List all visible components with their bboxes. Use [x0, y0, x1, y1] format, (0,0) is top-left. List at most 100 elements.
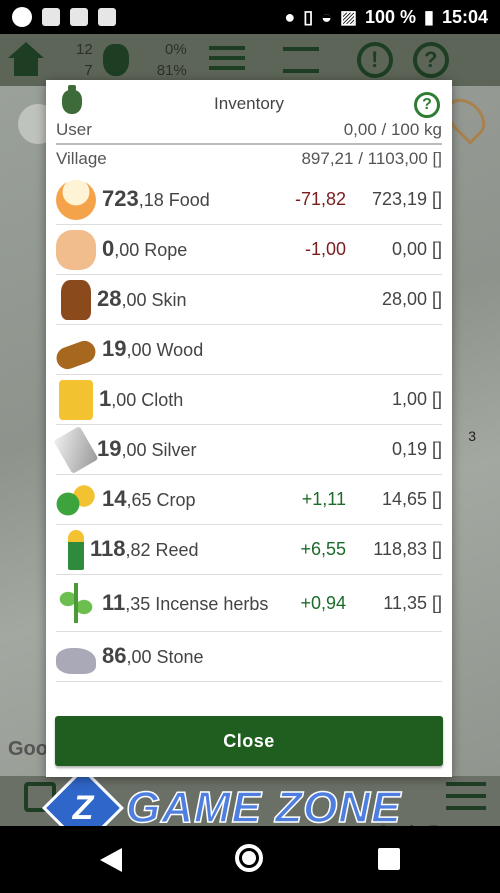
resource-label: ,00 Cloth — [111, 390, 184, 410]
resource-row[interactable]: 0,00 Rope -1,00 0,00 [] — [56, 225, 442, 275]
resource-row[interactable]: 118,82 Reed +6,55 118,83 [] — [56, 525, 442, 575]
recents-icon[interactable] — [378, 848, 400, 870]
skin-icon — [61, 279, 91, 320]
alert-icon[interactable]: ! — [356, 42, 393, 78]
resource-label: ,00 Skin — [121, 290, 187, 310]
reed-icon — [68, 529, 84, 570]
resource-row[interactable]: 14,65 Crop +1,11 14,65 [] — [56, 475, 442, 525]
resource-amount: 723 — [102, 186, 139, 211]
resource-amount: 0 — [102, 236, 115, 261]
resource-name: 19,00 Silver — [97, 438, 267, 461]
stone-icon — [56, 647, 96, 674]
percentages: 0% 81% — [157, 39, 187, 81]
resource-delta: +6,55 — [300, 539, 346, 559]
resource-amount: 118 — [90, 536, 126, 561]
dialog-header: Inventory ? — [46, 80, 452, 120]
resource-row[interactable]: 28,00 Skin 28,00 [] — [56, 275, 442, 325]
close-button[interactable]: Close — [55, 716, 443, 766]
list-icon[interactable] — [208, 46, 245, 74]
resource-total: 11,35 [] — [383, 592, 442, 613]
resource-label: ,00 Wood — [126, 340, 204, 360]
home-icon[interactable] — [6, 42, 46, 78]
resource-name: 118,82 Reed — [90, 538, 260, 561]
back-icon[interactable] — [100, 848, 122, 872]
user-capacity-row: User 0,00 / 100 kg — [56, 120, 442, 140]
count-bottom: 7 — [84, 62, 93, 79]
resource-amount: 1 — [99, 386, 112, 411]
resource-label: ,35 Incense herbs — [125, 593, 269, 614]
resource-total: 0,19 [] — [391, 439, 442, 459]
resource-total: 14,65 [] — [381, 489, 442, 509]
no-sim-icon: ▨ — [339, 6, 357, 27]
pct-bottom: 81% — [156, 62, 187, 79]
resource-name: 19,00 Wood — [102, 338, 272, 361]
notification-icons — [0, 7, 116, 27]
resource-list: 723,18 Food -71,82 723,19 [] 0,00 Rope -1,00… — [53, 175, 442, 682]
resource-delta: -71,82 — [294, 189, 346, 209]
resource-total: 1,00 [] — [391, 389, 442, 409]
resource-row[interactable]: 19,00 Wood — [53, 325, 442, 375]
wood-icon — [53, 337, 99, 372]
resource-row[interactable]: 723,18 Food -71,82 723,19 [] — [56, 175, 442, 225]
village-capacity-row: Village 897,21 / 1103,00 [] — [56, 149, 442, 169]
silver-icon — [53, 425, 99, 474]
resource-label: ,00 Rope — [114, 240, 188, 260]
fan-icon — [70, 8, 88, 26]
battery-icon: ▮ — [424, 6, 434, 27]
village-capacity-value: 897,21 / 1103,00 [] — [301, 149, 442, 168]
status-bar: ● ▯ ◒ ▨ 100 % ▮ 15:04 — [0, 0, 500, 34]
resource-total: 0,00 [] — [391, 239, 442, 259]
resource-label: ,82 Reed — [125, 540, 199, 560]
home-nav-icon[interactable] — [235, 844, 263, 872]
dialog-title: Inventory — [214, 94, 284, 113]
resource-amount: 19 — [97, 436, 122, 461]
clock: 15:04 — [441, 6, 488, 27]
wifi-icon: ◒ — [321, 6, 332, 27]
resource-delta: -1,00 — [304, 239, 346, 259]
game-top-bar: 12 7 0% 81% ! ? — [0, 34, 500, 86]
resource-row[interactable]: 11,35 Incense herbs +0,94 11,35 [] — [56, 575, 442, 632]
resource-label: ,18 Food — [138, 190, 210, 210]
help-icon[interactable]: ? — [414, 92, 440, 118]
resource-name: 11,35 Incense herbs — [102, 589, 272, 615]
crop-icon — [56, 479, 96, 520]
food-icon — [56, 179, 96, 220]
resource-row[interactable]: 19,00 Silver 0,19 [] — [53, 425, 442, 475]
resource-amount: 19 — [102, 336, 127, 361]
map-number-label: 3 — [468, 428, 476, 444]
resource-label: ,65 Crop — [126, 490, 196, 510]
app-notification-icon — [42, 8, 60, 26]
resource-delta: +1,11 — [301, 489, 346, 509]
resource-name: 28,00 Skin — [97, 288, 267, 311]
swap-icon[interactable] — [282, 47, 319, 73]
resource-delta: +0,94 — [300, 592, 346, 613]
resource-amount: 11 — [102, 589, 126, 615]
pct-top: 0% — [165, 41, 187, 58]
notification-dot-icon — [12, 7, 32, 27]
image-icon — [98, 8, 116, 26]
resource-amount: 14 — [102, 486, 127, 511]
user-label: User — [56, 120, 92, 139]
google-logo: Goo — [8, 738, 48, 760]
sack-icon[interactable] — [102, 44, 129, 76]
resource-name: 723,18 Food — [102, 188, 272, 211]
location-icon: ● — [284, 6, 296, 27]
herbs-icon — [56, 583, 96, 623]
battery-percent: 100 % — [365, 6, 417, 27]
resource-name: 14,65 Crop — [102, 488, 272, 511]
vibrate-icon: ▯ — [303, 6, 314, 27]
rope-icon — [56, 229, 96, 270]
resource-name: 86,00 Stone — [102, 645, 272, 668]
navigation-bar — [0, 826, 500, 893]
resource-total: 723,19 [] — [371, 189, 442, 209]
resource-row[interactable]: 1,00 Cloth 1,00 [] — [56, 375, 442, 425]
population-counts: 12 7 — [76, 39, 93, 81]
resource-label: ,00 Stone — [126, 647, 204, 667]
resource-row[interactable]: 86,00 Stone — [56, 632, 442, 682]
help-icon[interactable]: ? — [412, 42, 449, 78]
resource-name: 1,00 Cloth — [99, 388, 269, 411]
count-top: 12 — [76, 41, 93, 58]
cloth-icon — [59, 379, 93, 420]
inventory-dialog: Inventory ? User 0,00 / 100 kg Village 8… — [46, 80, 452, 777]
resource-label: ,00 Silver — [121, 440, 197, 460]
